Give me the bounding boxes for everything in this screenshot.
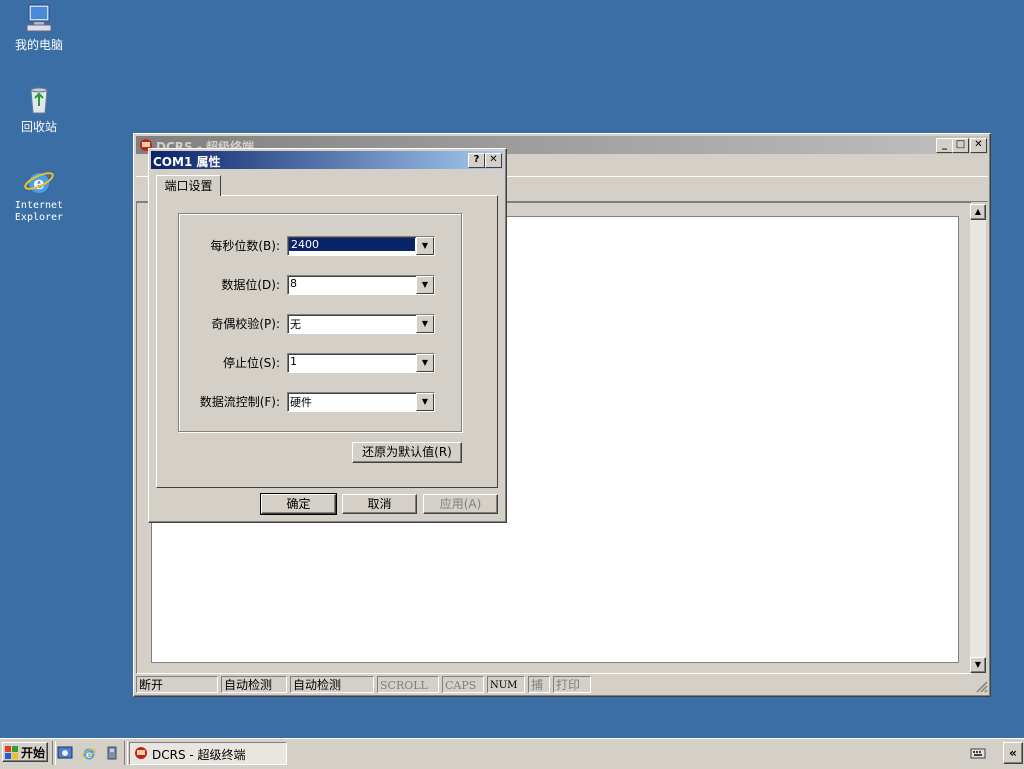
keyboard-icon[interactable] [970, 745, 986, 761]
minimize-button[interactable]: _ [936, 138, 953, 153]
dialog-titlebar: COM1 属性 ? ✕ [151, 151, 503, 169]
start-label: 开始 [20, 746, 45, 760]
cancel-button[interactable]: 取消 [342, 494, 417, 514]
parity-label: 奇偶校验(P): [211, 317, 280, 331]
task-label: DCRS - 超级终端 [152, 748, 246, 762]
chevron-down-icon[interactable]: ▼ [416, 276, 434, 294]
baud-rate-select[interactable]: 2400 ▼ [287, 236, 435, 256]
restore-defaults-button[interactable]: 还原为默认值(R) [352, 442, 462, 463]
data-bits-value: 8 [290, 277, 297, 290]
ok-button[interactable]: 确定 [260, 493, 337, 515]
windows-logo-icon [5, 746, 19, 760]
apply-button[interactable]: 应用(A) [423, 494, 498, 514]
baud-rate-label: 每秒位数(B): [210, 239, 280, 253]
chevron-down-icon[interactable]: ▼ [416, 237, 434, 255]
data-bits-label: 数据位(D): [221, 278, 280, 292]
stop-bits-select[interactable]: 1 ▼ [287, 353, 435, 373]
desktop-icon-label: 回收站 [20, 120, 57, 134]
vertical-scrollbar[interactable] [970, 204, 986, 673]
resize-grip-icon[interactable] [974, 679, 988, 693]
scroll-down-button[interactable]: ▼ [970, 657, 986, 673]
chevron-down-icon[interactable]: ▼ [416, 315, 434, 333]
help-button[interactable]: ? [468, 153, 485, 168]
desktop-icon-label: Internet Explorer [14, 200, 64, 223]
tab-port-settings[interactable]: 端口设置 [156, 175, 221, 196]
status-scroll: SCROLL [377, 676, 439, 693]
stop-bits-value: 1 [290, 355, 297, 368]
desktop-icon-ie[interactable]: e Internet Explorer [4, 166, 74, 224]
taskbar-divider [124, 741, 128, 765]
flow-control-value: 硬件 [290, 396, 312, 409]
taskbar-task-hyperterminal[interactable]: DCRS - 超级终端 [129, 742, 287, 765]
flow-control-select[interactable]: 硬件 ▼ [287, 392, 435, 412]
baud-rate-value: 2400 [289, 238, 415, 251]
desktop-icon-my-computer[interactable]: 我的电脑 [4, 2, 74, 53]
computer-icon [23, 2, 55, 34]
chevron-down-icon[interactable]: ▼ [416, 354, 434, 372]
hyperterminal-icon [133, 745, 149, 761]
quicklaunch-app-icon[interactable] [104, 745, 120, 761]
start-button[interactable]: 开始 [2, 742, 48, 762]
parity-select[interactable]: 无 ▼ [287, 314, 435, 334]
status-caps: CAPS [442, 676, 484, 693]
status-print: 打印 [553, 676, 591, 693]
parity-value: 无 [290, 318, 301, 331]
taskbar-divider [52, 741, 56, 765]
internet-explorer-icon: e [23, 166, 55, 198]
ie-quicklaunch-icon[interactable]: e [81, 745, 97, 761]
status-detect-1: 自动检测 [221, 676, 287, 693]
status-detect-2: 自动检测 [290, 676, 374, 693]
status-num: NUM [487, 676, 525, 693]
chevron-down-icon[interactable]: ▼ [416, 393, 434, 411]
window-close-button[interactable]: ✕ [970, 138, 987, 153]
status-connection: 断开 [136, 676, 218, 693]
stop-bits-label: 停止位(S): [222, 356, 280, 370]
tab-label: 端口设置 [164, 179, 213, 193]
tray-expand-button[interactable]: « [1003, 742, 1023, 764]
desktop-icon-label: 我的电脑 [14, 38, 63, 52]
maximize-button[interactable]: □ [952, 138, 969, 153]
status-capture: 捕 [528, 676, 550, 693]
scroll-up-button[interactable]: ▲ [970, 204, 986, 220]
recycle-bin-icon [23, 84, 55, 116]
flow-control-label: 数据流控制(F): [199, 395, 280, 409]
dialog-close-button[interactable]: ✕ [485, 153, 502, 168]
desktop-icon-recycle-bin[interactable]: 回收站 [4, 84, 74, 135]
dialog-title: COM1 属性 [153, 155, 221, 169]
data-bits-select[interactable]: 8 ▼ [287, 275, 435, 295]
show-desktop-icon[interactable] [57, 745, 73, 761]
